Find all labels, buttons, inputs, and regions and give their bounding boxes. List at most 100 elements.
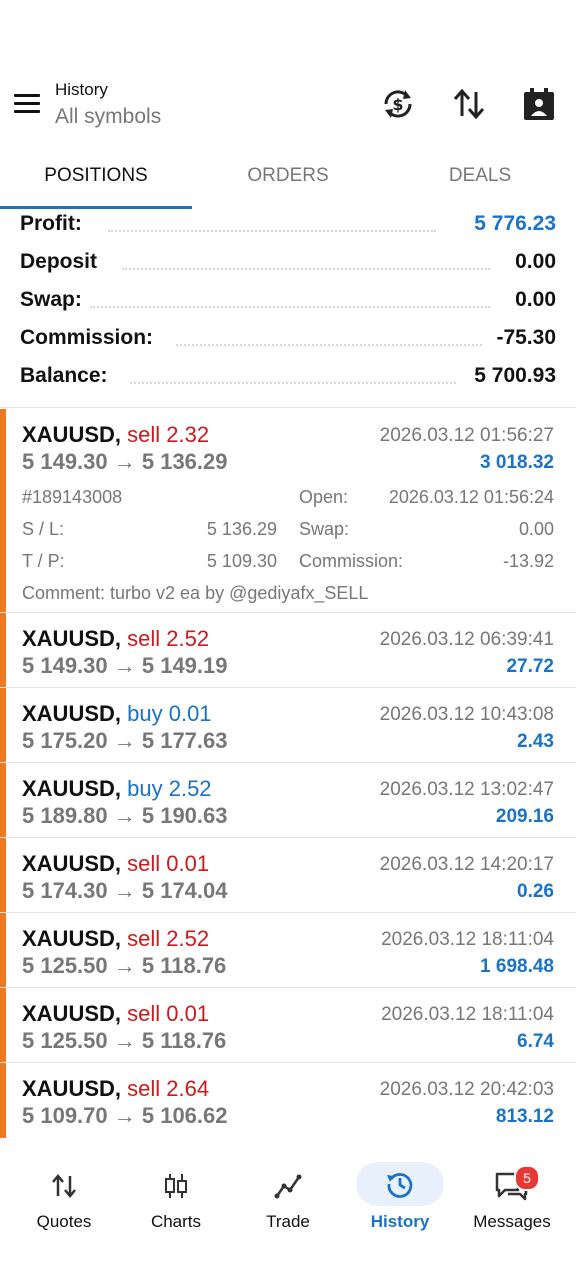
nav-history[interactable]: History (344, 1160, 456, 1240)
position-marker (0, 913, 6, 987)
position-symbol: XAUUSD, sell 2.64 (22, 1076, 210, 1101)
position-item[interactable]: XAUUSD, sell 2.64 5 109.70 → 5 106.62 20… (0, 1063, 576, 1138)
position-symbol: XAUUSD, sell 2.52 (22, 626, 210, 651)
commission-value: -75.30 (496, 326, 556, 349)
position-time: 2026.03.12 13:02:47 (379, 779, 554, 800)
position-prices: 5 174.30 → 5 174.04 (22, 878, 228, 903)
comment-label: Comment: (22, 583, 106, 603)
position-side: buy 2.52 (127, 776, 212, 801)
positions-list: XAUUSD, sell 2.32 5 149.30 → 5 136.29 20… (0, 409, 576, 1138)
summary-balance-row: Balance: 5 700.93 (20, 364, 556, 394)
sl-label: S / L: (22, 519, 65, 539)
position-side: sell 2.64 (127, 1076, 210, 1101)
position-profit: 6.74 (517, 1031, 554, 1052)
open-label: Open: (299, 487, 349, 507)
position-profit: 27.72 (506, 656, 554, 677)
nav-charts[interactable]: Charts (120, 1160, 232, 1240)
commission-label: Commission: (299, 551, 404, 571)
position-item[interactable]: XAUUSD, sell 0.01 5 125.50 → 5 118.76 20… (0, 988, 576, 1063)
summary-commission-row: Commission: -75.30 (20, 326, 556, 356)
profit-value: 5 776.23 (474, 212, 556, 235)
tp-label: T / P: (22, 551, 65, 571)
tab-orders[interactable]: ORDERS (192, 155, 384, 209)
position-time: 2026.03.12 01:56:27 (379, 425, 554, 446)
position-prices: 5 149.30 → 5 136.29 (22, 449, 228, 474)
position-prices: 5 149.30 → 5 149.19 (22, 653, 228, 678)
bottom-navigation: Quotes Charts Trade History 5 Messages (0, 1140, 576, 1280)
dotted-leader (108, 230, 436, 232)
sort-icon[interactable] (451, 86, 487, 122)
position-marker (0, 763, 6, 837)
position-marker (0, 1063, 6, 1138)
menu-button[interactable] (12, 90, 42, 118)
position-profit: 2.43 (517, 731, 554, 752)
trade-icon (274, 1172, 302, 1200)
nav-messages[interactable]: 5 Messages (456, 1160, 568, 1240)
dotted-leader (176, 344, 482, 346)
tab-positions[interactable]: POSITIONS (0, 155, 192, 209)
nav-label: Quotes (36, 1212, 92, 1231)
svg-text:$: $ (392, 95, 403, 114)
swap-value: 0.00 (515, 288, 556, 311)
position-item[interactable]: XAUUSD, sell 2.32 5 149.30 → 5 136.29 20… (0, 409, 576, 613)
charts-icon (162, 1172, 190, 1200)
position-time: 2026.03.12 20:42:03 (379, 1079, 554, 1100)
position-item[interactable]: XAUUSD, buy 2.52 5 189.80 → 5 190.63 202… (0, 763, 576, 838)
position-side: sell 2.52 (127, 626, 210, 651)
dotted-leader (90, 306, 490, 308)
position-prices: 5 175.20 → 5 177.63 (22, 728, 228, 753)
position-side: sell 0.01 (127, 1001, 210, 1026)
position-symbol: XAUUSD, buy 0.01 (22, 701, 212, 726)
dotted-leader (122, 268, 490, 270)
history-icon (385, 1169, 415, 1199)
position-marker (0, 988, 6, 1062)
deposit-value: 0.00 (515, 250, 556, 273)
currency-sync-icon[interactable]: $ (380, 86, 416, 122)
messages-badge: 5 (514, 1165, 540, 1191)
position-prices: 5 109.70 → 5 106.62 (22, 1103, 228, 1128)
position-profit: 813.12 (495, 1106, 554, 1127)
app-header: History All symbols $ (0, 0, 576, 150)
swap-value: 0.00 (518, 519, 554, 539)
position-symbol: XAUUSD, sell 0.01 (22, 851, 210, 876)
summary-deposit-row: Deposit 0.00 (20, 250, 556, 280)
position-symbol: XAUUSD, buy 2.52 (22, 776, 212, 801)
position-item[interactable]: XAUUSD, sell 2.52 5 125.50 → 5 118.76 20… (0, 913, 576, 988)
position-marker (0, 613, 6, 687)
calendar-icon[interactable] (521, 86, 557, 122)
position-profit: 3 018.32 (480, 452, 554, 473)
swap-label: Swap: (299, 519, 350, 539)
position-profit: 209.16 (495, 806, 554, 827)
position-symbol: XAUUSD, sell 2.32 (22, 422, 210, 447)
position-item[interactable]: XAUUSD, buy 0.01 5 175.20 → 5 177.63 202… (0, 688, 576, 763)
swap-label: Swap: (20, 288, 88, 312)
position-time: 2026.03.12 10:43:08 (379, 704, 554, 725)
balance-value: 5 700.93 (474, 364, 556, 387)
summary-swap-row: Swap: 0.00 (20, 288, 556, 318)
sl-value: 5 136.29 (206, 519, 277, 539)
position-item[interactable]: XAUUSD, sell 2.52 5 149.30 → 5 149.19 20… (0, 613, 576, 688)
position-time: 2026.03.12 14:20:17 (379, 854, 554, 875)
position-prices: 5 125.50 → 5 118.76 (22, 953, 227, 978)
position-prices: 5 125.50 → 5 118.76 (22, 1028, 227, 1053)
position-side: sell 2.32 (127, 422, 210, 447)
commission-label: Commission: (20, 326, 160, 350)
page-title: History (55, 80, 108, 99)
position-time: 2026.03.12 18:11:04 (381, 929, 554, 950)
position-prices: 5 189.80 → 5 190.63 (22, 803, 228, 828)
nav-label: Messages (473, 1212, 551, 1231)
comment-value: turbo v2 ea by @gediyafx_SELL (110, 583, 369, 603)
position-time: 2026.03.12 18:11:04 (381, 1004, 554, 1025)
summary-panel: Profit: 5 776.23 Deposit 0.00 Swap: 0.00… (0, 210, 576, 408)
position-side: sell 2.52 (127, 926, 210, 951)
position-side: buy 0.01 (127, 701, 212, 726)
position-side: sell 0.01 (127, 851, 210, 876)
nav-trade[interactable]: Trade (232, 1160, 344, 1240)
tab-deals[interactable]: DEALS (384, 155, 576, 209)
nav-label: History (370, 1212, 430, 1231)
symbol-filter[interactable]: All symbols (55, 105, 161, 129)
position-profit: 1 698.48 (480, 956, 554, 977)
nav-quotes[interactable]: Quotes (8, 1160, 120, 1240)
position-item[interactable]: XAUUSD, sell 0.01 5 174.30 → 5 174.04 20… (0, 838, 576, 913)
position-marker (0, 409, 6, 612)
